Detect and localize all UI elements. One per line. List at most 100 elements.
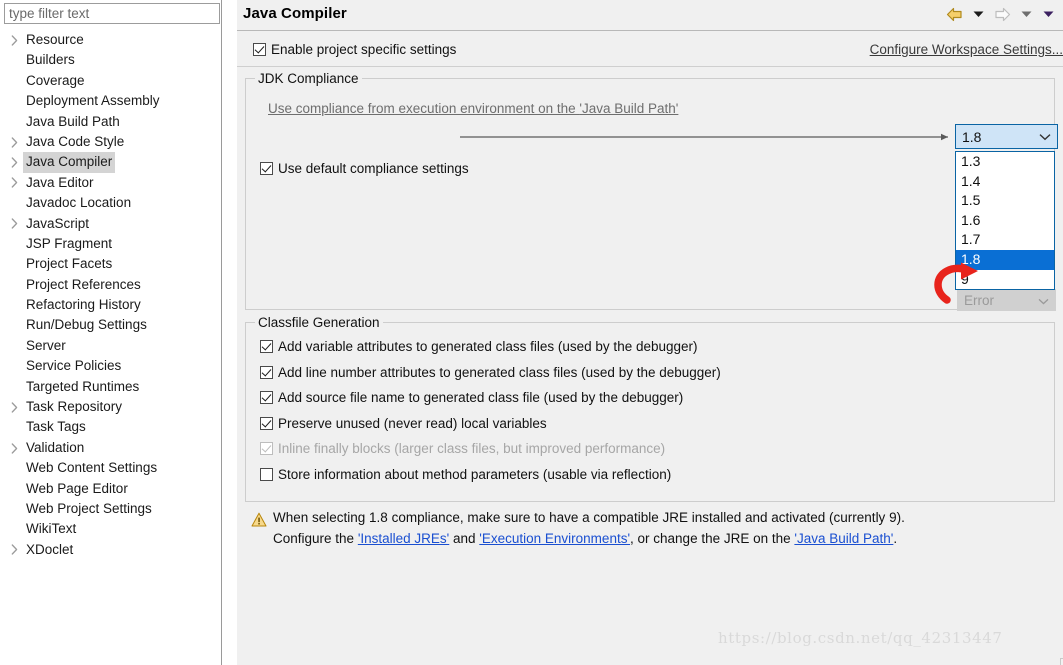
back-history-chevron-down-icon[interactable] [967, 4, 989, 24]
java-build-path-warning-link[interactable]: 'Java Build Path' [794, 531, 893, 546]
classfile-option-checkbox[interactable] [260, 340, 273, 353]
use-compliance-prefix-label: Use compliance from execution environmen… [268, 101, 579, 116]
chevron-right-icon[interactable] [9, 214, 19, 234]
sidebar-item-label: Java Editor [23, 173, 97, 193]
preferences-tree[interactable]: ResourceBuildersCoverageDeployment Assem… [0, 30, 221, 660]
forward-arrow-icon[interactable] [989, 4, 1015, 24]
back-arrow-icon[interactable] [941, 4, 967, 24]
sidebar-item-web-project-settings[interactable]: Web Project Settings [0, 499, 221, 519]
sidebar-item-label: Service Policies [23, 356, 124, 376]
compliance-option[interactable]: 1.7 [956, 230, 1054, 250]
use-default-compliance-row[interactable]: Use default compliance settings [260, 161, 469, 176]
chevron-right-icon[interactable] [9, 152, 19, 172]
use-default-compliance-checkbox[interactable] [260, 162, 273, 175]
sidebar-item-label: XDoclet [23, 540, 76, 560]
warning-line2-mid2: , or change the JRE on the [630, 531, 794, 546]
sidebar-item-label: Targeted Runtimes [23, 377, 142, 397]
classfile-option-checkbox[interactable] [260, 417, 273, 430]
classfile-option-checkbox[interactable] [260, 366, 273, 379]
sidebar-item-validation[interactable]: Validation [0, 438, 221, 458]
sidebar-item-targeted-runtimes[interactable]: Targeted Runtimes [0, 377, 221, 397]
classfile-option-label: Add line number attributes to generated … [278, 365, 721, 380]
chevron-down-icon [1039, 133, 1051, 141]
classfile-option-checkbox[interactable] [260, 391, 273, 404]
sidebar-item-project-references[interactable]: Project References [0, 275, 221, 295]
sidebar-item-java-build-path[interactable]: Java Build Path [0, 112, 221, 132]
chevron-right-icon[interactable] [9, 173, 19, 193]
sidebar-item-label: Web Content Settings [23, 458, 160, 478]
preferences-sidebar: ResourceBuildersCoverageDeployment Assem… [0, 0, 222, 665]
sidebar-item-java-editor[interactable]: Java Editor [0, 173, 221, 193]
compliance-option[interactable]: 1.4 [956, 172, 1054, 192]
enable-project-settings-checkbox[interactable] [253, 43, 266, 56]
sidebar-item-javascript[interactable]: JavaScript [0, 214, 221, 234]
compliance-option[interactable]: 1.8 [956, 250, 1054, 270]
classfile-option-row[interactable]: Store information about method parameter… [260, 467, 671, 482]
sidebar-item-java-code-style[interactable]: Java Code Style [0, 132, 221, 152]
classfile-generation-group: Classfile Generation Add variable attrib… [245, 322, 1055, 502]
warning-line2-mid: and [449, 531, 479, 546]
classfile-option-row[interactable]: Add line number attributes to generated … [260, 365, 721, 380]
sidebar-item-wikitext[interactable]: WikiText [0, 519, 221, 539]
use-compliance-from-ee-row: Use compliance from execution environmen… [268, 101, 678, 116]
filter-input[interactable] [4, 3, 220, 24]
sidebar-item-label: Deployment Assembly [23, 91, 163, 111]
sidebar-item-web-content-settings[interactable]: Web Content Settings [0, 458, 221, 478]
title-separator [237, 30, 1063, 31]
sidebar-item-label: Run/Debug Settings [23, 315, 150, 335]
compliance-level-value: 1.8 [962, 129, 1039, 145]
sidebar-item-task-repository[interactable]: Task Repository [0, 397, 221, 417]
sidebar-item-refactoring-history[interactable]: Refactoring History [0, 295, 221, 315]
java-compiler-page: Java Compiler [237, 0, 1063, 665]
preferences-dialog: ResourceBuildersCoverageDeployment Assem… [0, 0, 1063, 665]
sidebar-item-java-compiler[interactable]: Java Compiler [0, 152, 221, 172]
sidebar-item-label: Server [23, 336, 69, 356]
compliance-option[interactable]: 1.3 [956, 152, 1054, 172]
execution-environments-link[interactable]: 'Execution Environments' [479, 531, 630, 546]
sidebar-item-project-facets[interactable]: Project Facets [0, 254, 221, 274]
chevron-right-icon[interactable] [9, 540, 19, 560]
sidebar-item-service-policies[interactable]: Service Policies [0, 356, 221, 376]
classfile-generation-group-title: Classfile Generation [255, 315, 383, 330]
chevron-right-icon[interactable] [9, 30, 19, 50]
sidebar-item-label: Refactoring History [23, 295, 144, 315]
forward-history-chevron-down-icon[interactable] [1015, 4, 1037, 24]
warning-line2-prefix: Configure the [273, 531, 358, 546]
sidebar-item-label: Java Compiler [23, 152, 115, 172]
enable-project-settings-row[interactable]: Enable project specific settings [253, 42, 456, 57]
jdk-compliance-group: JDK Compliance Use compliance from execu… [245, 78, 1055, 310]
sidebar-item-label: Javadoc Location [23, 193, 134, 213]
installed-jres-link[interactable]: 'Installed JREs' [358, 531, 449, 546]
compliance-option[interactable]: 9 [956, 270, 1054, 290]
sidebar-item-server[interactable]: Server [0, 336, 221, 356]
sidebar-item-deployment-assembly[interactable]: Deployment Assembly [0, 91, 221, 111]
sidebar-item-web-page-editor[interactable]: Web Page Editor [0, 479, 221, 499]
sidebar-item-task-tags[interactable]: Task Tags [0, 417, 221, 437]
classfile-option-row[interactable]: Add variable attributes to generated cla… [260, 339, 698, 354]
chevron-right-icon[interactable] [9, 397, 19, 417]
page-title: Java Compiler [243, 5, 347, 22]
chevron-right-icon[interactable] [9, 438, 19, 458]
configure-workspace-settings-link[interactable]: Configure Workspace Settings... [870, 42, 1063, 57]
sidebar-item-builders[interactable]: Builders [0, 50, 221, 70]
sidebar-item-label: Task Tags [23, 417, 89, 437]
sidebar-item-label: Coverage [23, 71, 88, 91]
compliance-option[interactable]: 1.5 [956, 191, 1054, 211]
view-menu-chevron-down-icon[interactable] [1037, 4, 1059, 24]
sidebar-item-resource[interactable]: Resource [0, 30, 221, 50]
compliance-level-combo[interactable]: 1.8 [955, 124, 1058, 149]
sidebar-item-jsp-fragment[interactable]: JSP Fragment [0, 234, 221, 254]
classfile-option-row[interactable]: Add source file name to generated class … [260, 390, 683, 405]
java-build-path-link[interactable]: 'Java Build Path' [579, 101, 678, 116]
sidebar-item-javadoc-location[interactable]: Javadoc Location [0, 193, 221, 213]
sidebar-item-xdoclet[interactable]: XDoclet [0, 540, 221, 560]
compliance-level-dropdown-list[interactable]: 1.31.41.51.61.71.89 [955, 151, 1055, 290]
chevron-right-icon[interactable] [9, 132, 19, 152]
classfile-option-checkbox[interactable] [260, 468, 273, 481]
sidebar-item-coverage[interactable]: Coverage [0, 71, 221, 91]
sidebar-item-run-debug-settings[interactable]: Run/Debug Settings [0, 315, 221, 335]
sidebar-item-label: WikiText [23, 519, 79, 539]
compliance-option[interactable]: 1.6 [956, 211, 1054, 231]
sidebar-item-label: JavaScript [23, 214, 92, 234]
classfile-option-row[interactable]: Preserve unused (never read) local varia… [260, 416, 547, 431]
